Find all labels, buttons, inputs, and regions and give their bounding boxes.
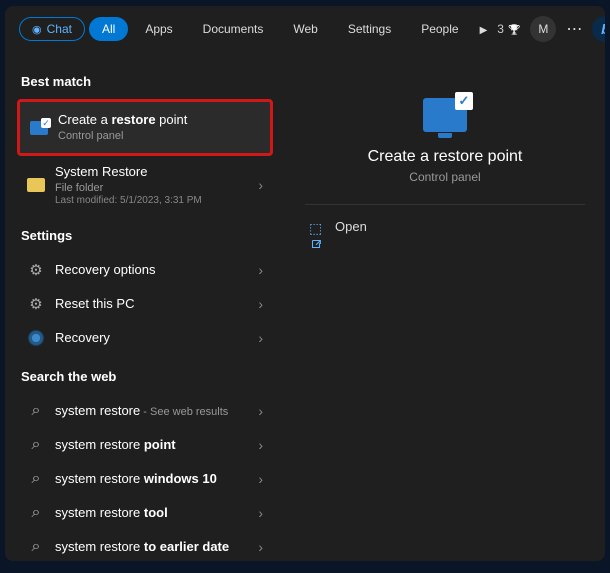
- section-settings: Settings: [21, 228, 273, 243]
- user-initial: M: [538, 22, 548, 36]
- tab-documents[interactable]: Documents: [190, 17, 277, 41]
- result-title: Reset this PC: [55, 296, 248, 313]
- preview-icon-area: [305, 98, 585, 138]
- divider: [305, 204, 585, 205]
- web-result-windows-10[interactable]: system restore windows 10: [17, 462, 273, 496]
- tab-settings[interactable]: Settings: [335, 17, 404, 41]
- result-title: system restore to earlier date: [55, 539, 248, 556]
- web-result-restore-point[interactable]: system restore point: [17, 428, 273, 462]
- tab-apps[interactable]: Apps: [132, 17, 185, 41]
- monitor-check-icon: [30, 119, 48, 137]
- recovery-icon: [27, 329, 45, 347]
- body-area: Best match Create a restore point Contro…: [5, 52, 605, 561]
- chevron-right-icon: [258, 539, 263, 555]
- monitor-check-icon: [423, 98, 467, 132]
- tab-people[interactable]: People: [408, 17, 471, 41]
- result-text: System Restore File folder Last modified…: [55, 164, 248, 206]
- tab-label: Apps: [145, 22, 172, 36]
- preview-pane: Create a restore point Control panel Ope…: [285, 52, 605, 561]
- chevron-right-icon: [258, 296, 263, 312]
- chevron-right-icon: [258, 403, 263, 419]
- chevron-right-icon: [258, 177, 263, 193]
- web-result-earlier-date[interactable]: system restore to earlier date: [17, 530, 273, 561]
- preview-title: Create a restore point: [305, 148, 585, 166]
- tab-label: Chat: [47, 22, 72, 36]
- right-controls: 3 M: [480, 16, 605, 42]
- bing-button[interactable]: [592, 16, 605, 42]
- search-icon: [27, 538, 45, 556]
- result-title: Recovery: [55, 330, 248, 347]
- chevron-right-icon: [258, 330, 263, 346]
- result-create-restore-point[interactable]: Create a restore point Control panel: [17, 99, 273, 156]
- result-system-restore-folder[interactable]: System Restore File folder Last modified…: [17, 156, 273, 214]
- web-result-system-restore[interactable]: system restore - See web results: [17, 394, 273, 428]
- play-icon[interactable]: [480, 22, 488, 36]
- search-icon: [27, 470, 45, 488]
- section-search-web: Search the web: [21, 369, 273, 384]
- chevron-right-icon: [258, 262, 263, 278]
- result-recovery[interactable]: Recovery: [17, 321, 273, 355]
- tab-label: Documents: [203, 22, 264, 36]
- section-best-match: Best match: [21, 74, 273, 89]
- tab-label: Web: [293, 22, 317, 36]
- search-icon: [27, 436, 45, 454]
- result-recovery-options[interactable]: Recovery options: [17, 253, 273, 287]
- result-text: Create a restore point Control panel: [58, 112, 260, 143]
- result-title: system restore windows 10: [55, 471, 248, 488]
- preview-subtitle: Control panel: [305, 170, 585, 184]
- bing-icon: [601, 21, 605, 37]
- result-title: system restore tool: [55, 505, 248, 522]
- result-reset-pc[interactable]: Reset this PC: [17, 287, 273, 321]
- action-label: Open: [335, 219, 367, 234]
- result-subtitle: File folder: [55, 181, 248, 195]
- result-title: Create a restore point: [58, 112, 260, 129]
- tab-label: People: [421, 22, 458, 36]
- result-title: system restore point: [55, 437, 248, 454]
- result-title: System Restore: [55, 164, 248, 181]
- chevron-right-icon: [258, 505, 263, 521]
- gear-icon: [27, 261, 45, 279]
- search-icon: [27, 402, 45, 420]
- tab-label: All: [102, 22, 115, 36]
- results-column: Best match Create a restore point Contro…: [5, 52, 285, 561]
- rewards-badge[interactable]: 3: [497, 22, 520, 36]
- tab-chat[interactable]: Chat: [19, 17, 85, 41]
- gear-icon: [27, 295, 45, 313]
- more-icon[interactable]: [566, 19, 582, 39]
- chat-icon: [32, 22, 42, 36]
- trophy-icon: [508, 22, 520, 36]
- chevron-right-icon: [258, 437, 263, 453]
- open-external-icon: [309, 220, 323, 234]
- web-result-tool[interactable]: system restore tool: [17, 496, 273, 530]
- user-avatar[interactable]: M: [530, 16, 556, 42]
- result-title: Recovery options: [55, 262, 248, 279]
- result-meta: Last modified: 5/1/2023, 3:31 PM: [55, 195, 248, 206]
- action-open[interactable]: Open: [305, 209, 585, 244]
- search-results-panel: Chat All Apps Documents Web Settings Peo…: [5, 6, 605, 561]
- folder-icon: [27, 176, 45, 194]
- tab-all[interactable]: All: [89, 17, 128, 41]
- rewards-count: 3: [497, 22, 504, 36]
- tabs-bar: Chat All Apps Documents Web Settings Peo…: [5, 6, 605, 52]
- chevron-right-icon: [258, 471, 263, 487]
- tab-web[interactable]: Web: [280, 17, 330, 41]
- search-icon: [27, 504, 45, 522]
- result-title: system restore - See web results: [55, 403, 248, 420]
- result-subtitle: Control panel: [58, 129, 260, 143]
- tab-label: Settings: [348, 22, 391, 36]
